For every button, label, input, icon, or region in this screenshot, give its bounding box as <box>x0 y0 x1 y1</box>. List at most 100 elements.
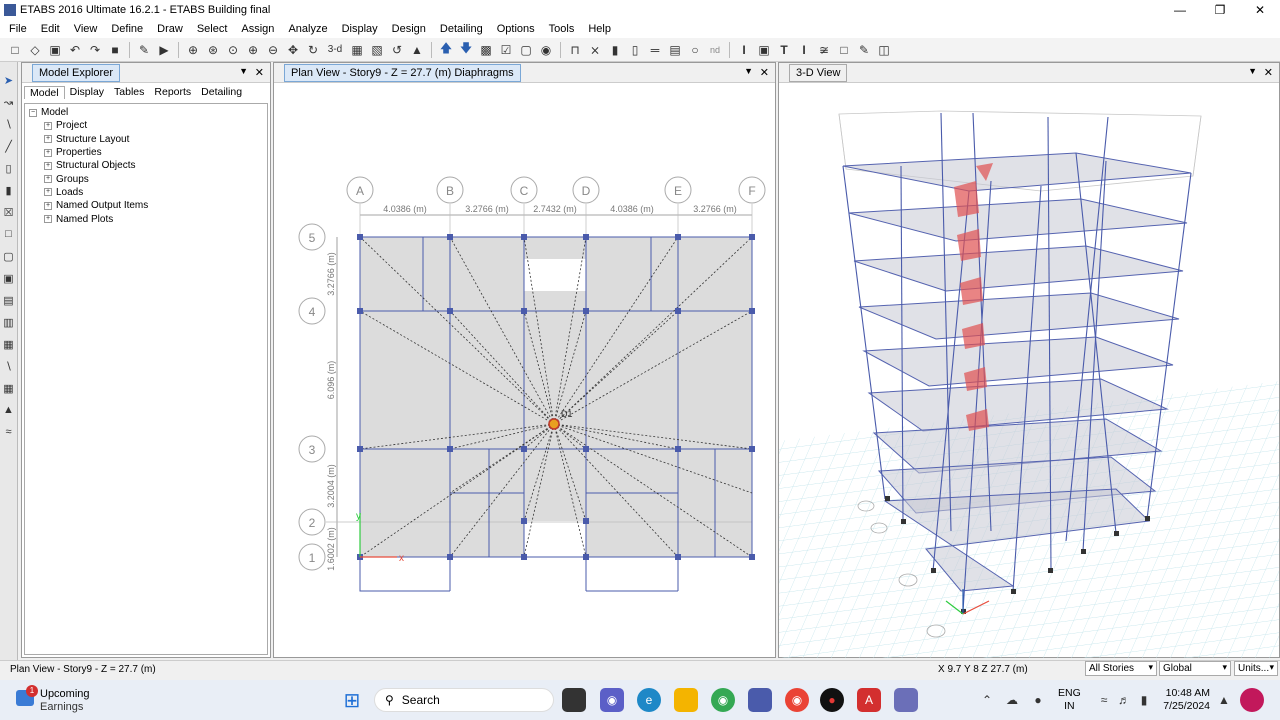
expand-icon[interactable]: + <box>44 175 52 184</box>
tree-item-project[interactable]: + Project <box>29 119 263 132</box>
node-icon[interactable]: ○ <box>686 41 704 59</box>
collapse-icon[interactable]: − <box>29 108 37 117</box>
tree-item-named-plots[interactable]: + Named Plots <box>29 212 263 225</box>
move-down-icon[interactable]: 🡇 <box>457 41 475 59</box>
reports-icon[interactable]: ◫ <box>875 41 893 59</box>
windows-start-icon[interactable]: ⊞ <box>340 688 364 712</box>
draw-joint-icon[interactable]: ∖ <box>2 116 16 132</box>
tree-item-named-output-items[interactable]: + Named Output Items <box>29 199 263 212</box>
tree-root[interactable]: − Model <box>29 106 263 119</box>
chrome-profile-icon[interactable]: ◉ <box>785 688 809 712</box>
frame-icon[interactable]: ⊓ <box>566 41 584 59</box>
perspective-icon[interactable]: ▲ <box>408 41 426 59</box>
view-3d-canvas[interactable] <box>779 84 1279 658</box>
brace-icon[interactable]: ⨯ <box>586 41 604 59</box>
object-shrink-icon[interactable]: ▢ <box>517 41 535 59</box>
units-button[interactable]: Units... <box>1234 661 1278 676</box>
edge-icon[interactable]: e <box>637 688 661 712</box>
rotate-icon[interactable]: ↻ <box>304 41 322 59</box>
menu-select[interactable]: Select <box>190 23 235 35</box>
draw-opening-icon[interactable]: ▤ <box>2 292 16 308</box>
draw-wall-icon[interactable]: ▣ <box>2 270 16 286</box>
view-3d-button[interactable]: 3-d <box>324 41 346 59</box>
draw-dimension-icon[interactable]: ▲ <box>2 402 16 418</box>
t-section-icon[interactable]: T <box>775 41 793 59</box>
undo-icon[interactable]: ↶ <box>66 41 84 59</box>
expand-icon[interactable]: + <box>44 121 52 130</box>
plan-view-canvas[interactable]: D1 x y A B C D E F 5 4 3 2 1 4.0386 (m) … <box>274 84 775 658</box>
tab-tables[interactable]: Tables <box>109 86 149 98</box>
panel-menu-icon[interactable]: ▼ <box>744 66 753 76</box>
file-manager-icon[interactable] <box>562 688 586 712</box>
menu-detailing[interactable]: Detailing <box>433 23 490 35</box>
save-icon[interactable]: ▣ <box>46 41 64 59</box>
check-icon[interactable]: ☑ <box>497 41 515 59</box>
expand-icon[interactable]: + <box>44 161 52 170</box>
zoom-window-icon[interactable]: ⊕ <box>184 41 202 59</box>
tree-item-groups[interactable]: + Groups <box>29 172 263 185</box>
tray-chevron-icon[interactable]: ⌃ <box>975 688 999 712</box>
expand-icon[interactable]: + <box>44 148 52 157</box>
draw-floor-icon[interactable]: □ <box>2 226 16 242</box>
extrude-icon[interactable]: ◉ <box>537 41 555 59</box>
language-indicator[interactable]: ENG IN <box>1058 687 1081 713</box>
expand-icon[interactable]: + <box>44 215 52 224</box>
tree-item-loads[interactable]: + Loads <box>29 186 263 199</box>
tree-item-properties[interactable]: + Properties <box>29 146 263 159</box>
stories-select[interactable]: All Stories <box>1085 661 1157 676</box>
menu-edit[interactable]: Edit <box>34 23 67 35</box>
paint-icon[interactable]: ✎ <box>855 41 873 59</box>
cloud-icon[interactable]: ☁ <box>1000 688 1024 712</box>
draw-frame-icon[interactable]: ╱ <box>2 138 16 154</box>
view-3d-tab[interactable]: 3-D View <box>789 63 848 82</box>
weather-widget[interactable]: 1 Upcoming Earnings <box>14 685 124 715</box>
panel-menu-icon[interactable]: ▼ <box>1248 66 1257 76</box>
etabs-active-icon[interactable] <box>894 688 918 712</box>
zoom-prev-icon[interactable]: ⊙ <box>224 41 242 59</box>
column-icon[interactable]: ▯ <box>626 41 644 59</box>
load-icon[interactable]: □ <box>835 41 853 59</box>
copilot-icon[interactable] <box>1240 688 1264 712</box>
chrome-icon[interactable]: ◉ <box>711 688 735 712</box>
tab-reports[interactable]: Reports <box>149 86 196 98</box>
plan-view-icon[interactable]: ▦ <box>348 41 366 59</box>
menu-draw[interactable]: Draw <box>150 23 190 35</box>
move-up-icon[interactable]: 🡅 <box>437 41 455 59</box>
draw-link-icon[interactable]: ▥ <box>2 314 16 330</box>
draw-column-icon[interactable]: ▯ <box>2 160 16 176</box>
wide-flange-icon[interactable]: I <box>795 41 813 59</box>
record-icon[interactable]: ● <box>820 688 844 712</box>
zoom-restore-icon[interactable]: ⊛ <box>204 41 222 59</box>
model-explorer-tab[interactable]: Model Explorer <box>32 63 120 82</box>
chat-icon[interactable]: ◉ <box>600 688 624 712</box>
zoom-out-icon[interactable]: ⊖ <box>264 41 282 59</box>
menu-options[interactable]: Options <box>490 23 542 35</box>
pointer-icon[interactable]: ➤ <box>2 72 16 88</box>
lock-icon[interactable]: ■ <box>106 41 124 59</box>
minimize-button[interactable]: — <box>1160 0 1200 20</box>
etabs-taskbar-icon[interactable] <box>748 688 772 712</box>
shell-icon[interactable]: ▣ <box>755 41 773 59</box>
coord-system-select[interactable]: Global <box>1159 661 1231 676</box>
draw-tendon-icon[interactable]: ∖ <box>2 358 16 374</box>
panel-menu-icon[interactable]: ▼ <box>239 66 248 76</box>
tab-display[interactable]: Display <box>65 86 109 98</box>
menu-display[interactable]: Display <box>335 23 385 35</box>
draw-mesh-icon[interactable]: ▦ <box>2 380 16 396</box>
microphone-icon[interactable]: ● <box>1026 688 1050 712</box>
redo-icon[interactable]: ↷ <box>86 41 104 59</box>
beam-icon[interactable]: ═ <box>646 41 664 59</box>
menu-define[interactable]: Define <box>104 23 150 35</box>
taskbar-search[interactable]: ⚲ Search <box>374 688 554 712</box>
slab-icon[interactable]: ▤ <box>666 41 684 59</box>
panel-close-icon[interactable]: ✕ <box>1264 66 1273 79</box>
display-options-icon[interactable]: ▩ <box>477 41 495 59</box>
menu-view[interactable]: View <box>67 23 105 35</box>
open-model-icon[interactable]: ◇ <box>26 41 44 59</box>
rotate-3d-icon[interactable]: ↺ <box>388 41 406 59</box>
menu-analyze[interactable]: Analyze <box>281 23 334 35</box>
label-nd-button[interactable]: nd <box>706 41 724 59</box>
draw-beam-icon[interactable]: ▮ <box>2 182 16 198</box>
draw-brace-icon[interactable]: ☒ <box>2 204 16 220</box>
draw-rect-floor-icon[interactable]: ▢ <box>2 248 16 264</box>
